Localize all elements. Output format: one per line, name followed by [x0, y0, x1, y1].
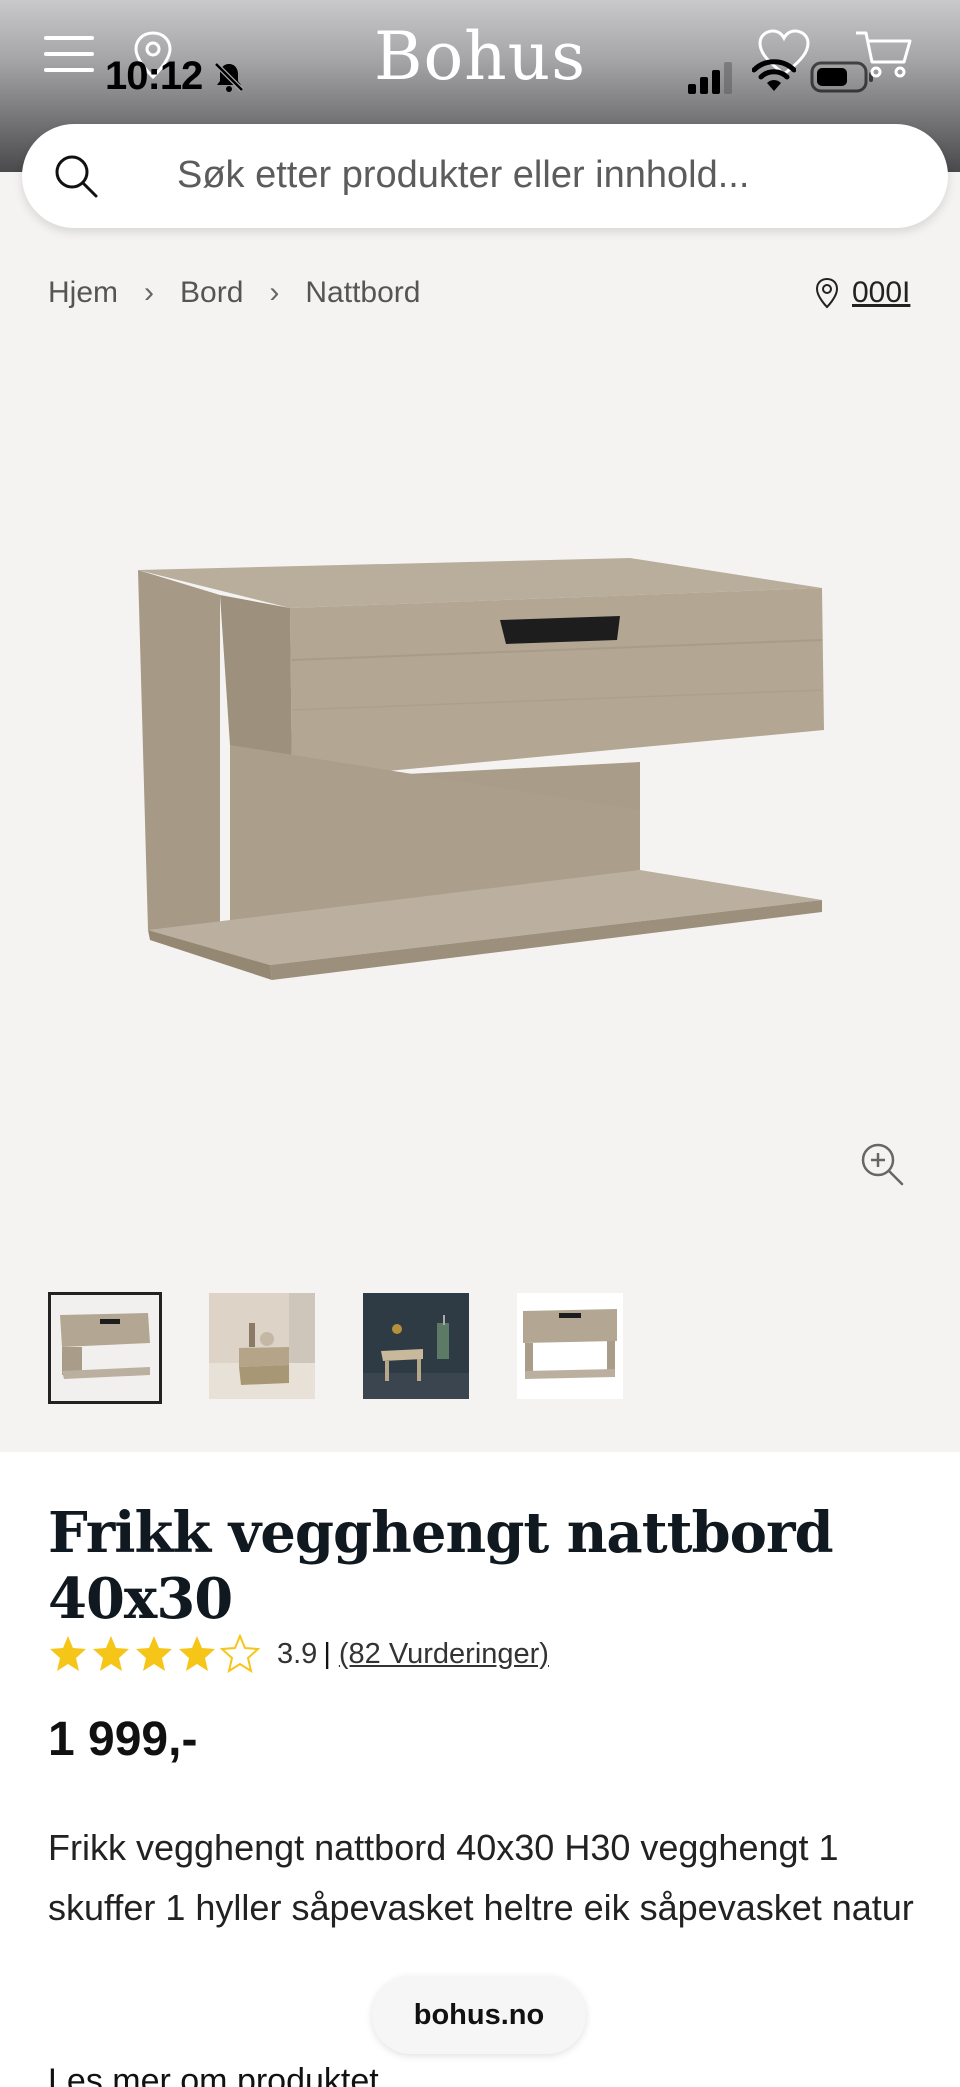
star-filled-icon — [50, 1636, 86, 1671]
chevron-right-icon: › — [144, 276, 155, 309]
search-bar[interactable]: Søk etter produkter eller innhold... — [22, 124, 948, 228]
thumbnail-1[interactable] — [48, 1292, 162, 1404]
thumbnail-strip — [48, 1292, 670, 1404]
breadcrumb: Hjem › Bord › Nattbord — [48, 276, 420, 310]
store-label[interactable]: 000I — [852, 276, 910, 310]
store-selector[interactable]: 000I — [814, 276, 910, 310]
rating-stars — [48, 1634, 263, 1674]
rating-count-link[interactable]: (82 Vurderinger) — [339, 1638, 549, 1671]
read-more-link[interactable]: Les mer om produktet — [48, 2062, 379, 2087]
breadcrumb-item-bord[interactable]: Bord — [180, 276, 243, 310]
breadcrumb-item-nattbord[interactable]: Nattbord — [305, 276, 420, 310]
star-filled-icon — [179, 1636, 215, 1671]
product-description: Frikk vegghengt nattbord 40x30 H30 veggh… — [48, 1827, 914, 1928]
thumbnail-2[interactable] — [208, 1292, 316, 1400]
chevron-right-icon: › — [269, 276, 280, 309]
rating-divider: | — [323, 1637, 331, 1670]
breadcrumb-item-hjem[interactable]: Hjem — [48, 276, 118, 310]
search-input[interactable]: Søk etter produkter eller innhold... — [177, 154, 749, 197]
star-filled-icon — [93, 1636, 129, 1671]
cart-icon[interactable] — [854, 28, 914, 80]
zoom-in-icon[interactable] — [858, 1140, 906, 1188]
signal-icon — [688, 62, 732, 94]
rating-score: 3.9 — [277, 1637, 318, 1670]
location-pin-icon — [815, 277, 839, 309]
thumbnail-3[interactable] — [362, 1292, 470, 1400]
star-filled-icon — [136, 1636, 172, 1671]
wifi-icon — [752, 59, 796, 91]
star-empty-icon — [220, 1634, 260, 1674]
product-rating[interactable]: 3.9 | (82 Vurderinger) — [48, 1634, 549, 1674]
thumbnail-4[interactable] — [516, 1292, 624, 1400]
product-image[interactable] — [120, 540, 840, 1060]
browser-url-pill[interactable]: bohus.no — [372, 1976, 586, 2054]
search-icon[interactable] — [52, 152, 100, 200]
product-price: 1 999,- — [48, 1713, 198, 1766]
product-title: Frikk vegghengt nattbord 40x30 — [48, 1500, 834, 1632]
